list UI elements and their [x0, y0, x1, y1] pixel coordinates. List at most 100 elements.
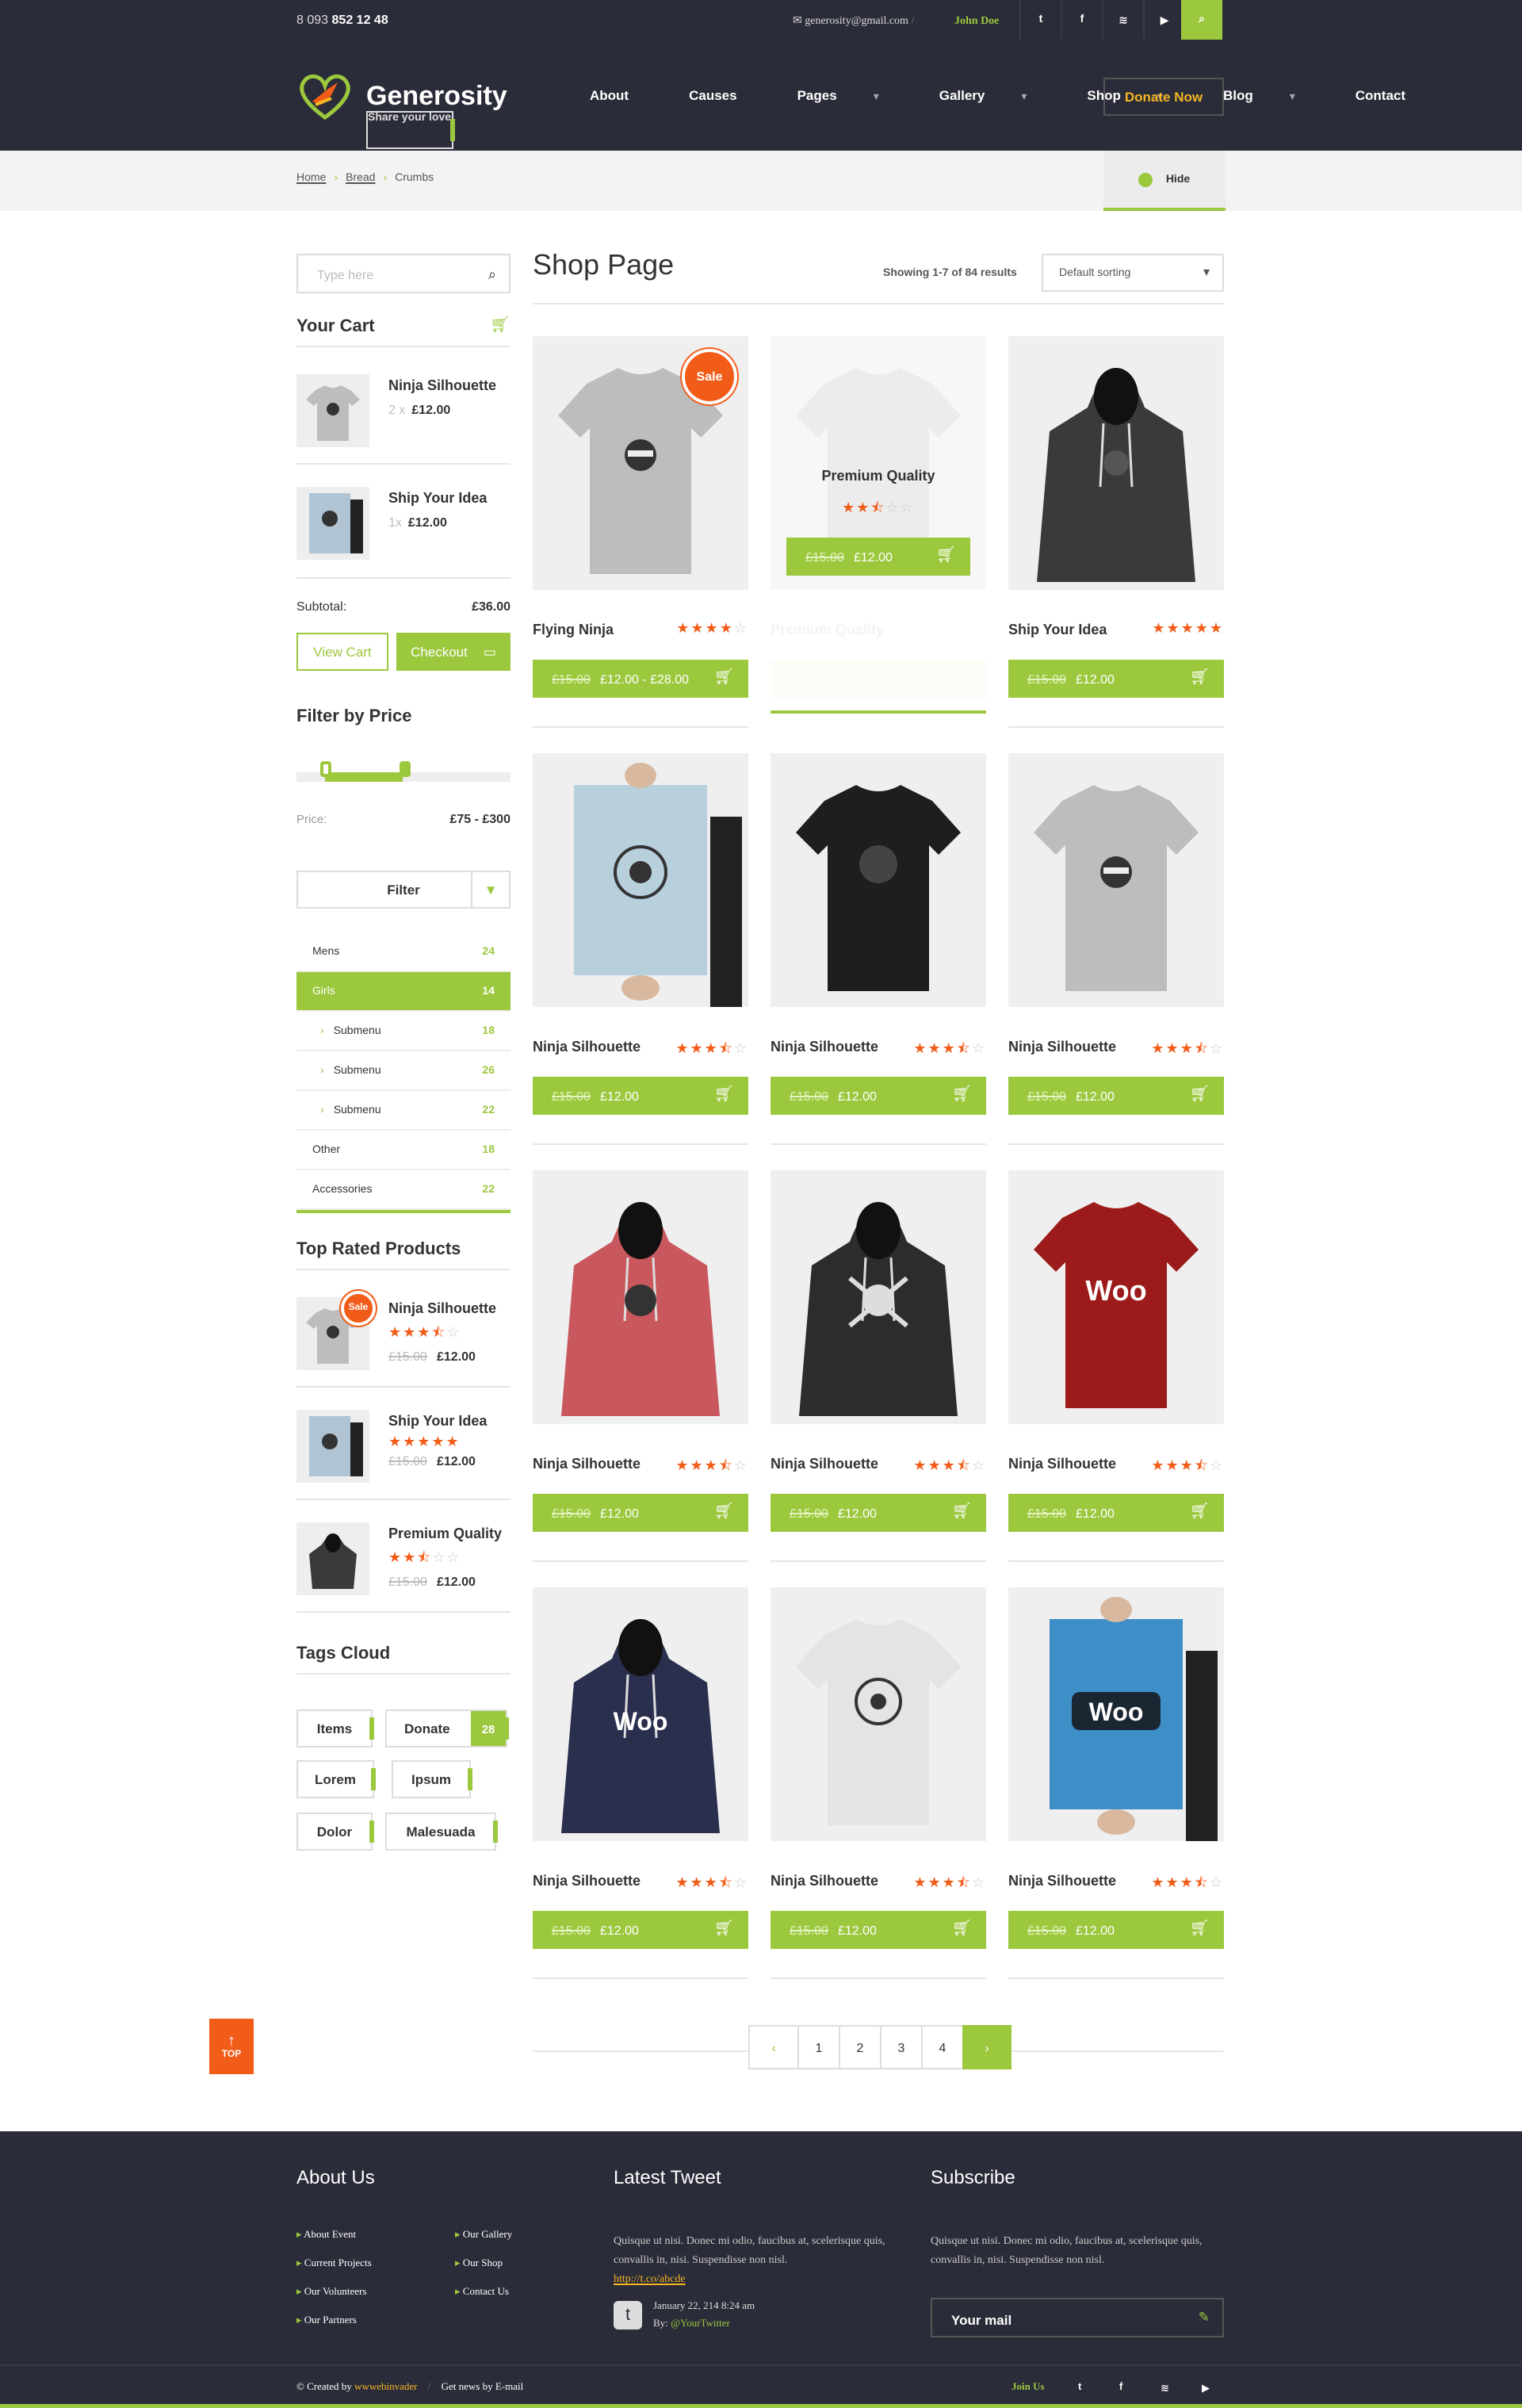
footer-link[interactable]: About Event [296, 2228, 356, 2241]
checkout-button[interactable]: Checkout ▭ [396, 633, 511, 671]
facebook-icon[interactable]: f [1119, 2382, 1122, 2393]
product-card[interactable]: Ninja Silhouette ★★★⯪☆ £15.00 £12.00 🛒︎ [771, 753, 986, 1150]
facebook-icon[interactable]: f [1061, 0, 1102, 40]
category-mens[interactable]: Mens 24 [296, 932, 511, 972]
slider-handle-min[interactable] [319, 761, 331, 777]
tweet-handle[interactable]: @YourTwitter [671, 2318, 730, 2330]
price-slider[interactable] [296, 761, 511, 782]
category-submenu[interactable]: › Submenu 22 [296, 1091, 511, 1131]
category-girls[interactable]: Girls 14 [296, 972, 511, 1012]
product-card[interactable]: Woo Ninja Silhouette ★★★⯪☆ £15.00 £12.00 🛒︎ [533, 1587, 748, 1984]
product-name[interactable]: Ninja Silhouette [771, 1039, 878, 1055]
donate-button[interactable]: Donate Now [1103, 78, 1224, 116]
product-name[interactable]: Ninja Silhouette [771, 1873, 878, 1889]
add-to-cart-button[interactable]: £15.00 £12.00 🛒︎ [786, 538, 970, 576]
product-card[interactable]: Ninja Silhouette ★★★⯪☆ £15.00 £12.00 🛒︎ [533, 1170, 748, 1567]
sort-select[interactable]: Default sorting [1042, 254, 1224, 292]
user-link[interactable]: John Doe [954, 14, 999, 27]
product-image[interactable]: Premium Quality ★★⯪☆☆ £15.00 £12.00 🛒︎ [771, 336, 986, 590]
product-card[interactable]: Sale Flying Ninja ★★★★☆ £15.00 £12.00 - £28.… [533, 336, 748, 733]
product-name[interactable]: Ship Your Idea [1008, 622, 1107, 637]
top-rated-item[interactable]: Premium Quality ★★⯪☆☆ £15.00 £12.00 [296, 1522, 511, 1595]
top-rated-item[interactable]: Sale Ninja Silhouette ★★★⯪☆ £15.00 £12.00 [296, 1291, 511, 1370]
footer-link[interactable]: Our Volunteers [296, 2285, 367, 2298]
nav-contact[interactable]: Contact [1356, 87, 1436, 103]
product-image[interactable] [771, 1587, 986, 1841]
youtube-icon[interactable]: ▶ [1202, 2382, 1210, 2395]
footer-link[interactable]: Our Partners [296, 2314, 357, 2326]
youtube-icon[interactable]: ▶ [1143, 0, 1184, 40]
search-icon[interactable]: ⌕ [1181, 0, 1222, 40]
subscribe-email-input[interactable]: Your mail ✎ [931, 2298, 1224, 2337]
twitter-icon[interactable]: t [1019, 0, 1061, 40]
tag-items[interactable]: Items [296, 1709, 374, 1748]
topbar-email[interactable]: ✉ generosity@gmail.com / [793, 14, 914, 27]
nav-blog[interactable]: Blog ▾ [1223, 87, 1325, 103]
add-to-cart-button[interactable]: £15.00 £12.00 🛒︎ [1008, 1077, 1224, 1115]
footer-link[interactable]: Our Shop [455, 2257, 503, 2269]
page-3[interactable]: 3 [880, 2025, 923, 2069]
breadcrumb-home[interactable]: Home [296, 173, 326, 184]
footer-link[interactable]: Contact Us [455, 2285, 509, 2298]
product-image[interactable]: Woo [533, 1587, 748, 1841]
add-to-cart-button[interactable]: £15.00 £12.00 🛒︎ [771, 1494, 986, 1532]
category-other[interactable]: Other 18 [296, 1131, 511, 1170]
product-name[interactable]: Ninja Silhouette [1008, 1039, 1116, 1055]
page-1[interactable]: 1 [797, 2025, 840, 2069]
product-image[interactable] [533, 753, 748, 1007]
news-link[interactable]: Get news by E-mail [442, 2382, 524, 2393]
product-name[interactable]: Ninja Silhouette [533, 1456, 641, 1472]
product-card[interactable]: Ninja Silhouette ★★★⯪☆ £15.00 £12.00 🛒︎ [1008, 753, 1224, 1150]
twitter-icon[interactable]: t [1078, 2382, 1081, 2393]
product-card[interactable]: Woo Ninja Silhouette ★★★⯪☆ £15.00 £12.00 🛒︎ [1008, 1170, 1224, 1567]
add-to-cart-button[interactable]: £15.00 £12.00 🛒︎ [533, 1911, 748, 1949]
product-name[interactable]: Ninja Silhouette [1008, 1456, 1116, 1472]
product-image[interactable]: Woo [1008, 1170, 1224, 1424]
nav-gallery[interactable]: Gallery ▾ [939, 87, 1057, 103]
category-submenu[interactable]: › Submenu 26 [296, 1051, 511, 1091]
add-to-cart-button[interactable]: £15.00 £12.00 🛒︎ [771, 1077, 986, 1115]
product-image[interactable]: Woo [1008, 1587, 1224, 1841]
footer-link[interactable]: Current Projects [296, 2257, 372, 2269]
breadcrumb-bread[interactable]: Bread [346, 173, 375, 184]
cart-item[interactable]: Ninja Silhouette 2 x £12.00 [296, 374, 511, 447]
product-name[interactable]: Ninja Silhouette [533, 1039, 641, 1055]
product-name[interactable]: Flying Ninja [533, 622, 614, 637]
product-card[interactable]: Woo Ninja Silhouette ★★★⯪☆ £15.00 £12.00 🛒︎ [1008, 1587, 1224, 1984]
tag-lorem[interactable]: Lorem [296, 1760, 376, 1798]
product-name[interactable]: Ninja Silhouette [771, 1456, 878, 1472]
nav-about[interactable]: About [590, 87, 659, 103]
back-to-top-button[interactable]: ↑ TOP [209, 2019, 254, 2074]
tag-donate[interactable]: Donate 28 [385, 1709, 509, 1748]
add-to-cart-button[interactable]: £15.00 £12.00 🛒︎ [1008, 1494, 1224, 1532]
product-image[interactable] [771, 753, 986, 1007]
next-page-button[interactable]: › [962, 2025, 1011, 2069]
nav-pages[interactable]: Pages ▾ [797, 87, 909, 103]
add-to-cart-button[interactable]: £15.00 £12.00 🛒︎ [1008, 660, 1224, 698]
product-card[interactable]: Ship Your Idea ★★★★★ £15.00 £12.00 🛒︎ [1008, 336, 1224, 733]
product-image[interactable] [533, 1170, 748, 1424]
product-name[interactable]: Ninja Silhouette [1008, 1873, 1116, 1889]
page-4[interactable]: 4 [921, 2025, 964, 2069]
tweet-link[interactable]: http://t.co/abcde [614, 2272, 686, 2285]
top-rated-item[interactable]: Ship Your Idea ★★★★★ £15.00 £12.00 [296, 1410, 511, 1483]
product-card[interactable]: Premium Quality ★★⯪☆☆ £15.00 £12.00 🛒︎ Premiu… [771, 336, 986, 733]
tag-dolor[interactable]: Dolor [296, 1813, 374, 1851]
product-image[interactable] [1008, 753, 1224, 1007]
add-to-cart-button[interactable]: £15.00 £12.00 🛒︎ [771, 1911, 986, 1949]
category-submenu[interactable]: › Submenu 18 [296, 1012, 511, 1051]
author-link[interactable]: wwwebinvader [354, 2382, 417, 2393]
product-card[interactable]: Ninja Silhouette ★★★⯪☆ £15.00 £12.00 🛒︎ [771, 1170, 986, 1567]
nav-causes[interactable]: Causes [689, 87, 767, 103]
product-image[interactable] [771, 1170, 986, 1424]
search-input[interactable]: Type here ⌕ [296, 254, 511, 293]
product-image[interactable] [1008, 336, 1224, 590]
prev-page-button[interactable]: ‹ [748, 2025, 799, 2069]
add-to-cart-button[interactable]: £15.00 £12.00 🛒︎ [533, 1494, 748, 1532]
product-name[interactable]: Ninja Silhouette [533, 1873, 641, 1889]
add-to-cart-button[interactable]: £15.00 £12.00 🛒︎ [533, 1077, 748, 1115]
slider-handle-max[interactable] [399, 761, 410, 777]
product-card[interactable]: Ninja Silhouette ★★★⯪☆ £15.00 £12.00 🛒︎ [533, 753, 748, 1150]
rss-icon[interactable]: ≋ [1102, 0, 1143, 40]
filter-button[interactable]: Filter ▼ [296, 871, 511, 909]
